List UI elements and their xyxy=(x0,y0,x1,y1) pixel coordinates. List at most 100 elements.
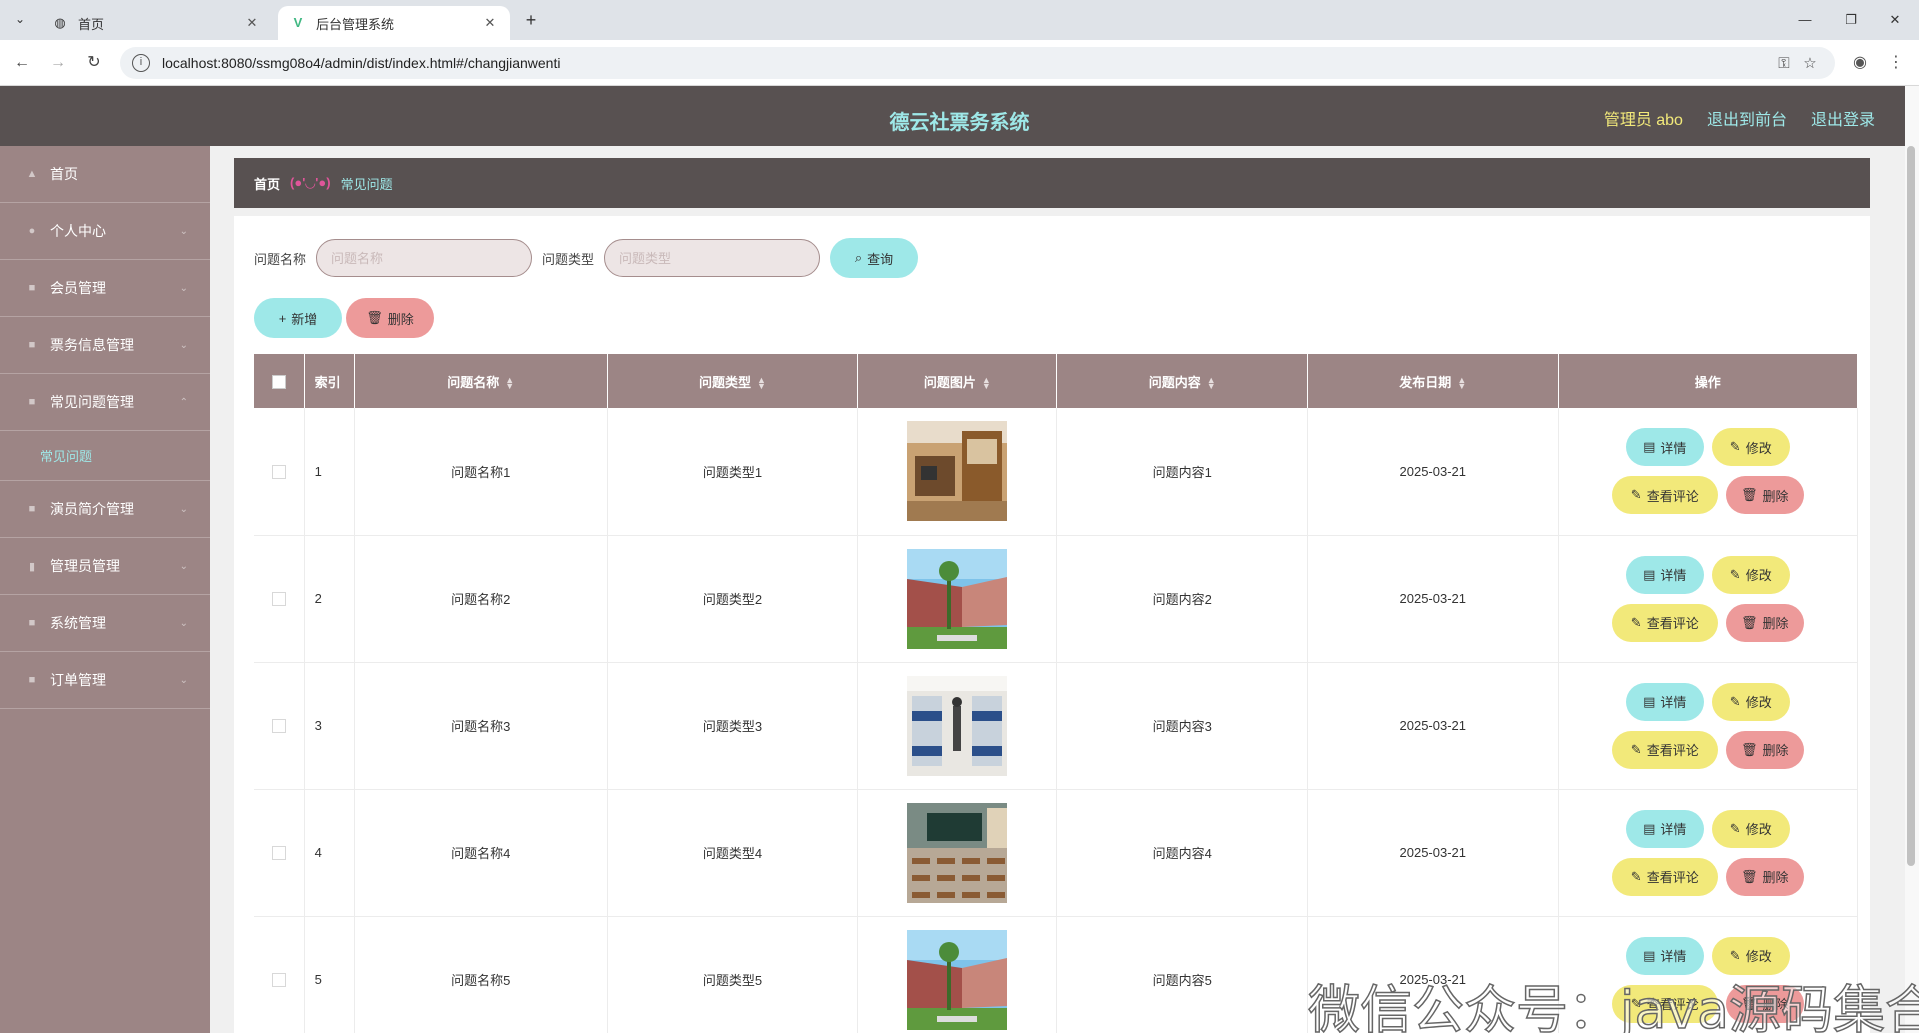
view-comments-button[interactable]: ✎ 查看评论 xyxy=(1611,730,1718,769)
profile-icon[interactable]: ◉ xyxy=(1848,51,1872,75)
detail-button[interactable]: ▤ 详情 xyxy=(1625,555,1704,594)
row-delete-label: 删除 xyxy=(1762,743,1789,758)
query-button[interactable]: ⌕ 查询 xyxy=(830,238,919,278)
detail-button[interactable]: ▤ 详情 xyxy=(1625,428,1704,467)
page-scrollbar-thumb[interactable] xyxy=(1907,146,1915,866)
close-window-icon[interactable]: ✕ xyxy=(1880,8,1910,32)
comment-label: 查看评论 xyxy=(1646,616,1699,631)
sidebar-item-faq-management[interactable]: ■ 常见问题管理 ⌃ xyxy=(0,374,210,431)
view-comments-button[interactable]: ✎ 查看评论 xyxy=(1611,476,1718,515)
delete-label: 删除 xyxy=(387,311,414,327)
row-select-cell xyxy=(254,789,305,917)
edit-button[interactable]: ✎ 修改 xyxy=(1711,809,1790,848)
browser-tab-home[interactable]: ◍ 首页 ✕ xyxy=(40,6,272,40)
edit-button[interactable]: ✎ 修改 xyxy=(1711,682,1790,721)
breadcrumb-separator: (●'◡'●) xyxy=(290,175,331,190)
header-label: 问题名称 xyxy=(447,374,500,390)
sidebar-item-label: 管理员管理 xyxy=(50,558,120,574)
row-delete-button[interactable]: 🗑 删除 xyxy=(1725,857,1804,896)
select-all-checkbox[interactable] xyxy=(271,374,286,389)
sidebar-item-tickets[interactable]: ■ 票务信息管理 ⌄ xyxy=(0,317,210,374)
browser-menu-icon[interactable]: ⋮ xyxy=(1884,51,1908,75)
sidebar-item-orders[interactable]: ■ 订单管理 ⌄ xyxy=(0,652,210,709)
sidebar-subitem-label: 常见问题 xyxy=(40,449,93,464)
reload-icon[interactable]: ↻ xyxy=(82,51,106,75)
site-info-icon[interactable]: i xyxy=(132,54,150,72)
browser-tab-admin[interactable]: V 后台管理系统 ✕ xyxy=(278,6,510,40)
bunk-bed-room-photo[interactable] xyxy=(907,675,1008,776)
sidebar-item-profile[interactable]: ● 个人中心 ⌄ xyxy=(0,203,210,260)
detail-button[interactable]: ▤ 详情 xyxy=(1625,682,1704,721)
question-type-input[interactable] xyxy=(604,239,821,277)
sidebar-subitem-faq[interactable]: 常见问题 xyxy=(0,431,210,481)
url-box[interactable]: i localhost:8080/ssmg08o4/admin/dist/ind… xyxy=(120,47,1835,79)
table-row: 2 问题名称2 问题类型2 问题内容2 2025-03-21 ▤ 详情 ✎ 修改 ✎ 查看评论 🗑 删除 xyxy=(254,535,1859,663)
bookmark-star-icon[interactable]: ☆ xyxy=(1797,54,1823,72)
question-name-input[interactable] xyxy=(316,239,533,277)
row-delete-button[interactable]: 🗑 删除 xyxy=(1725,476,1804,515)
trash-icon: 🗑 xyxy=(1741,614,1758,630)
row-delete-label: 删除 xyxy=(1762,488,1789,504)
row-checkbox[interactable] xyxy=(271,465,286,480)
sidebar-item-home[interactable]: ▲ 首页 xyxy=(0,146,210,203)
sort-icon[interactable]: ▲ ▼ xyxy=(757,376,766,391)
exit-to-front-link[interactable]: 退出到前台 xyxy=(1707,106,1787,130)
close-icon[interactable]: ✕ xyxy=(482,15,498,31)
row-checkbox[interactable] xyxy=(271,846,286,861)
sidebar-item-members[interactable]: ■ 会员管理 ⌄ xyxy=(0,260,210,317)
sidebar-item-actors[interactable]: ■ 演员简介管理 ⌄ xyxy=(0,481,210,538)
campus-building-photo[interactable] xyxy=(907,929,1008,1030)
password-key-icon[interactable]: ⚿ xyxy=(1771,55,1797,72)
sort-icon[interactable]: ▲ ▼ xyxy=(1457,376,1466,391)
classroom-photo[interactable] xyxy=(907,802,1008,903)
sidebar-item-label: 演员简介管理 xyxy=(50,501,134,517)
edit-button[interactable]: ✎ 修改 xyxy=(1711,428,1790,467)
sidebar-item-label: 个人中心 xyxy=(50,223,106,239)
view-comments-button[interactable]: ✎ 查看评论 xyxy=(1611,603,1718,642)
back-icon[interactable]: ← xyxy=(10,51,34,75)
row-select-cell xyxy=(254,408,305,536)
edit-label: 修改 xyxy=(1745,695,1772,710)
sort-icon[interactable]: ▲ ▼ xyxy=(505,376,514,391)
row-checkbox[interactable] xyxy=(271,719,286,734)
restore-icon[interactable]: ❐ xyxy=(1836,8,1866,32)
document-icon: ▤ xyxy=(1643,820,1656,836)
chevron-down-icon: ⌄ xyxy=(179,503,188,515)
close-icon[interactable]: ✕ xyxy=(244,15,260,31)
tab-search-dropdown-icon[interactable]: ⌄ xyxy=(8,8,32,32)
detail-button[interactable]: ▤ 详情 xyxy=(1625,809,1704,848)
row-checkbox[interactable] xyxy=(271,592,286,607)
date-header[interactable]: 发布日期 ▲ ▼ xyxy=(1307,354,1559,408)
row-question-type: 问题类型5 xyxy=(607,916,859,1033)
edit-label: 修改 xyxy=(1745,822,1772,837)
name-header[interactable]: 问题名称 ▲ ▼ xyxy=(354,354,608,408)
content-header[interactable]: 问题内容 ▲ ▼ xyxy=(1056,354,1308,408)
row-delete-label: 删除 xyxy=(1762,870,1789,885)
campus-building-photo[interactable] xyxy=(907,548,1008,649)
new-tab-icon[interactable]: + xyxy=(520,9,542,31)
row-question-content: 问题内容5 xyxy=(1056,916,1308,1033)
batch-delete-button[interactable]: 🗑 删除 xyxy=(346,298,434,338)
dorm-room-photo[interactable] xyxy=(907,421,1008,522)
url-text[interactable]: localhost:8080/ssmg08o4/admin/dist/index… xyxy=(162,55,1771,71)
trash-icon: 🗑 xyxy=(1741,868,1758,884)
row-checkbox[interactable] xyxy=(271,973,286,988)
forward-icon[interactable]: → xyxy=(46,51,70,75)
sort-icon[interactable]: ▲ ▼ xyxy=(1207,376,1216,391)
image-header[interactable]: 问题图片 ▲ ▼ xyxy=(857,354,1058,408)
chevron-up-icon: ⌃ xyxy=(179,396,188,408)
type-header[interactable]: 问题类型 ▲ ▼ xyxy=(607,354,859,408)
view-comments-button[interactable]: ✎ 查看评论 xyxy=(1611,857,1718,896)
logout-link[interactable]: 退出登录 xyxy=(1811,106,1875,130)
breadcrumb-home[interactable]: 首页 xyxy=(254,174,280,193)
sidebar-item-system[interactable]: ■ 系统管理 ⌄ xyxy=(0,595,210,652)
minimize-icon[interactable]: — xyxy=(1790,8,1820,32)
sort-icon[interactable]: ▲ ▼ xyxy=(982,376,991,391)
row-delete-button[interactable]: 🗑 删除 xyxy=(1725,730,1804,769)
row-delete-button[interactable]: 🗑 删除 xyxy=(1725,603,1804,642)
row-actions-line: ✎ 查看评论 🗑 删除 xyxy=(1611,857,1804,896)
detail-label: 详情 xyxy=(1660,949,1687,964)
sidebar-item-admins[interactable]: ▮ 管理员管理 ⌄ xyxy=(0,538,210,595)
add-button[interactable]: + 新增 xyxy=(254,298,342,338)
edit-button[interactable]: ✎ 修改 xyxy=(1711,555,1790,594)
